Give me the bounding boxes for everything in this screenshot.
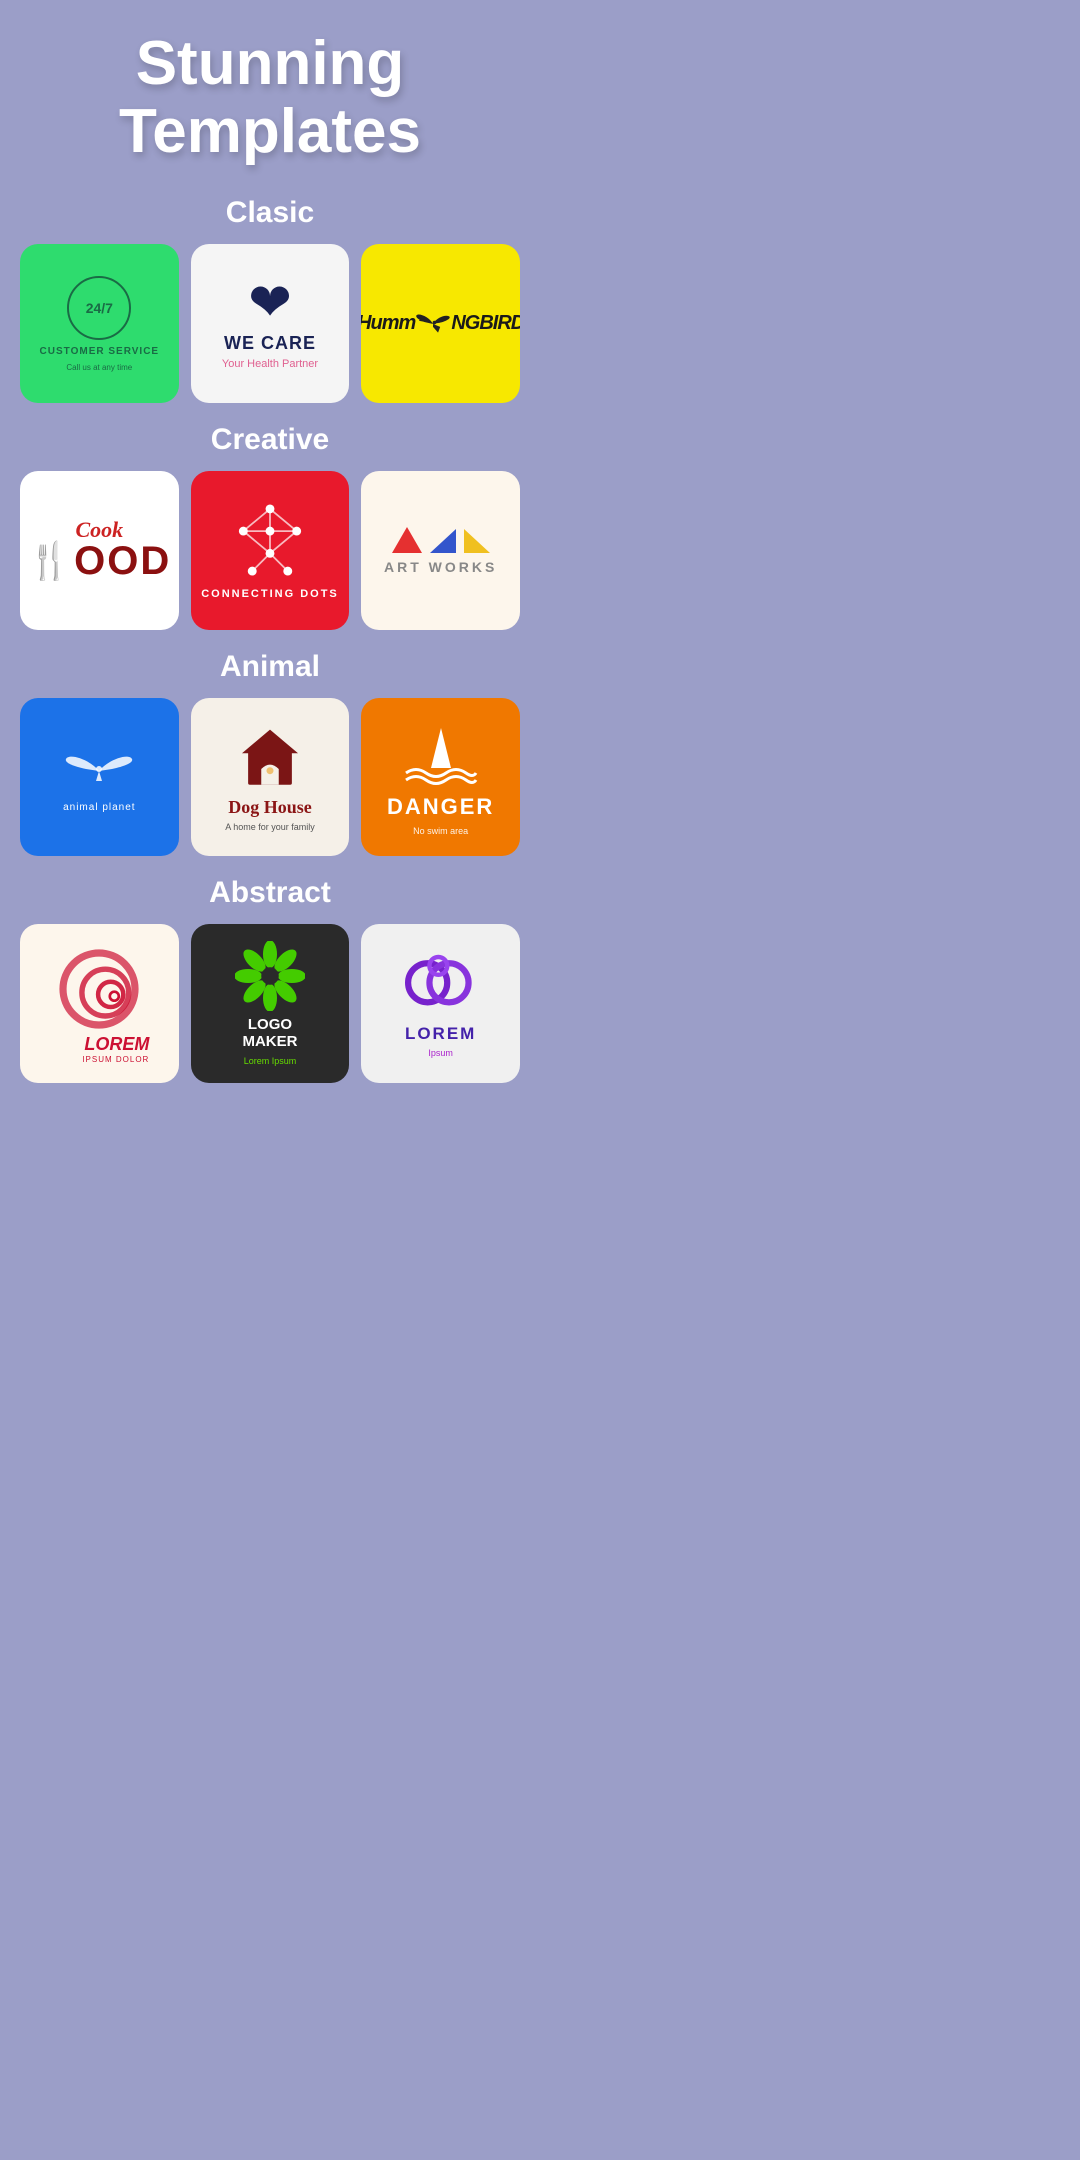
logomaker-title: LOGO MAKER xyxy=(242,1017,297,1050)
doghouse-title: Dog House xyxy=(228,797,312,818)
doghouse-icon xyxy=(235,723,305,793)
section-classic: Clasic xyxy=(20,196,520,230)
flower-icon xyxy=(235,941,305,1011)
customer-title: CUSTOMER SERVICE xyxy=(40,346,160,357)
lorem1-subtitle: IPSUM DOLOR xyxy=(82,1055,149,1064)
card-danger[interactable]: DANGER No swim area xyxy=(361,698,520,857)
creative-grid: Cook 🍴 OOD xyxy=(20,471,520,630)
danger-subtitle: No swim area xyxy=(413,826,468,836)
card-animal-planet[interactable]: animal planet xyxy=(20,698,179,857)
lorem2-title: LOREM xyxy=(405,1024,476,1044)
card-customer-service[interactable]: 24/7 CUSTOMER SERVICE Call us at any tim… xyxy=(20,244,179,403)
danger-title: DANGER xyxy=(387,794,494,820)
card-logomaker[interactable]: LOGO MAKER Lorem Ipsum xyxy=(191,924,350,1083)
wecare-subtitle: Your Health Partner xyxy=(222,358,318,370)
food-text: OOD xyxy=(74,541,171,581)
page-title: Stunning Templates xyxy=(20,30,520,166)
fork-left-icon: 🍴 xyxy=(27,543,72,579)
humm-text: Humm xyxy=(361,312,415,335)
aw-triangles-icon xyxy=(390,525,492,555)
doghouse-subtitle: A home for your family xyxy=(225,822,315,832)
card-cookfood[interactable]: Cook 🍴 OOD xyxy=(20,471,179,630)
abstract-grid: LOREM IPSUM DOLOR LOGO MAKER Lorem Ipsum xyxy=(20,924,520,1083)
logomaker-subtitle: Lorem Ipsum xyxy=(244,1056,297,1066)
card-lorem-rings[interactable]: LOREM Ipsum xyxy=(361,924,520,1083)
card-doghouse[interactable]: Dog House A home for your family xyxy=(191,698,350,857)
animal-bird-icon xyxy=(64,741,134,796)
heart-icon: ❤ xyxy=(248,277,292,329)
wecare-title: WE CARE xyxy=(224,333,316,354)
artworks-label: ART WORKS xyxy=(384,559,497,575)
card-connecting-dots[interactable]: CONNECTING DOTS xyxy=(191,471,350,630)
card-lorem-spiral[interactable]: LOREM IPSUM DOLOR xyxy=(20,924,179,1083)
spiral-icon xyxy=(49,944,149,1034)
cook-text: Cook xyxy=(75,519,123,541)
clock-247-text: 24/7 xyxy=(86,301,113,315)
connecting-title: CONNECTING DOTS xyxy=(201,588,339,600)
animal-grid: animal planet Dog House A home for your … xyxy=(20,698,520,857)
ngbird-text: NGBIRD xyxy=(451,312,520,335)
rings-icon xyxy=(401,950,481,1020)
hummingbird-icon xyxy=(415,310,451,338)
section-abstract: Abstract xyxy=(20,876,520,910)
card-artworks[interactable]: ART WORKS xyxy=(361,471,520,630)
lorem2-subtitle: Ipsum xyxy=(428,1048,453,1058)
section-animal: Animal xyxy=(20,650,520,684)
section-creative: Creative xyxy=(20,423,520,457)
shark-icon xyxy=(401,718,481,788)
classic-grid: 24/7 CUSTOMER SERVICE Call us at any tim… xyxy=(20,244,520,403)
animalplanet-label: animal planet xyxy=(63,802,135,813)
card-hummingbird[interactable]: Humm NGBIRD xyxy=(361,244,520,403)
card-wecare[interactable]: ❤ WE CARE Your Health Partner xyxy=(191,244,350,403)
connecting-dots-icon xyxy=(225,500,315,580)
clock-circle-icon: 24/7 xyxy=(67,276,131,340)
clock-text: 24/7 xyxy=(86,301,113,315)
lorem1-title: LOREM xyxy=(84,1034,149,1055)
customer-subtitle: Call us at any time xyxy=(66,363,132,372)
